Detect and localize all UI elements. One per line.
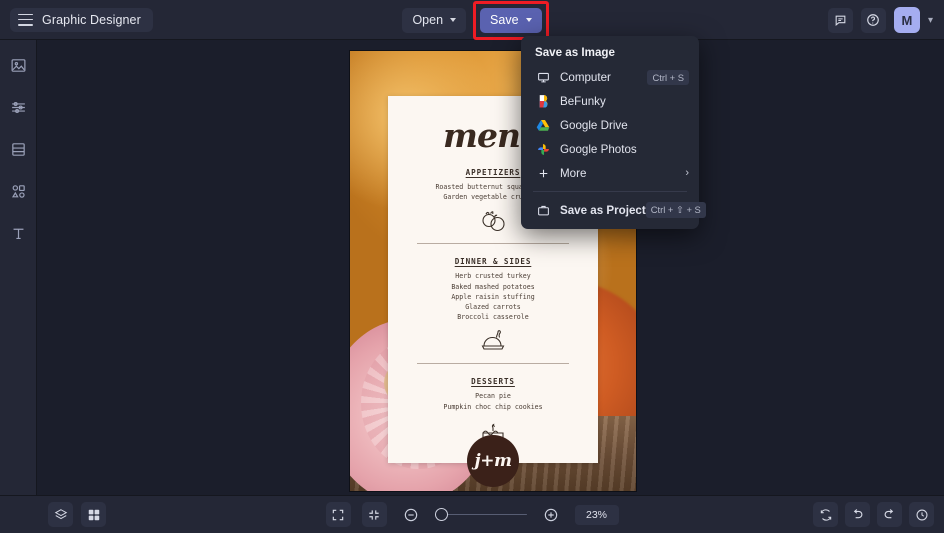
zoom-out-icon[interactable] <box>398 502 424 528</box>
hamburger-menu-icon <box>18 13 33 26</box>
zoom-slider-handle[interactable] <box>434 508 448 521</box>
save-dropdown-menu: Save as Image Computer Ctrl + S BeFunky <box>521 36 706 229</box>
sidebar-item-image[interactable] <box>5 52 31 78</box>
save-menu-item-save-as-project[interactable]: Save as Project Ctrl + ⇧ + S <box>521 198 706 222</box>
zoom-level-value[interactable]: 23% <box>574 504 619 525</box>
help-circle-icon[interactable] <box>860 7 886 33</box>
chevron-down-icon <box>450 18 457 22</box>
section-items-desserts: Pecan pie Pumpkin choc chip cookies <box>443 392 543 411</box>
befunky-logo-icon <box>535 94 551 108</box>
sidebar-item-templates[interactable] <box>5 136 31 162</box>
grid-icon[interactable] <box>81 502 106 527</box>
google-photos-icon <box>535 143 551 156</box>
bottom-left-actions <box>48 502 106 527</box>
save-menu-item-befunky[interactable]: BeFunky <box>521 89 699 113</box>
avatar[interactable]: M <box>893 7 920 33</box>
reset-icon[interactable] <box>813 502 838 527</box>
save-menu-label-google-photos: Google Photos <box>560 142 637 156</box>
bottom-right-actions <box>813 502 934 527</box>
graphic-designer-app: Graphic Designer Open Save M ▾ menu APPE… <box>0 0 944 533</box>
section-items-dinner: Herb crusted turkey Baked mashed potatoe… <box>451 272 535 322</box>
canvas-area[interactable]: menu APPETIZERS Roasted butternut squash… <box>37 40 944 495</box>
sidebar-item-text[interactable] <box>5 220 31 246</box>
fit-screen-icon[interactable] <box>325 502 351 527</box>
zoom-controls: 23% <box>0 502 944 528</box>
bottom-toolbar: 23% <box>0 495 944 533</box>
shortcut-save-as-project: Ctrl + ⇧ + S <box>645 202 706 218</box>
shortcut-computer: Ctrl + S <box>647 69 689 85</box>
save-menu-item-google-drive[interactable]: Google Drive <box>521 113 699 137</box>
brand-logo-badge: j+m <box>467 435 519 487</box>
briefcase-icon <box>535 204 551 217</box>
divider <box>417 243 569 245</box>
history-icon[interactable] <box>909 502 934 527</box>
save-menu-item-more[interactable]: More › <box>521 161 699 185</box>
redo-icon[interactable] <box>877 502 902 527</box>
open-button-label: Open <box>412 13 444 27</box>
save-button[interactable]: Save <box>480 7 542 33</box>
menu-divider <box>533 191 687 192</box>
roast-turkey-icon <box>481 330 505 350</box>
save-menu-label-more: More <box>560 166 587 180</box>
undo-icon[interactable] <box>845 502 870 527</box>
chevron-right-icon: › <box>685 167 689 179</box>
collapse-screen-icon[interactable] <box>361 502 387 527</box>
squash-vegetables-icon <box>482 211 505 232</box>
layers-icon[interactable] <box>48 502 73 527</box>
chevron-down-icon[interactable]: ▾ <box>928 15 935 26</box>
save-menu-item-google-photos[interactable]: Google Photos <box>521 137 699 161</box>
sidebar-item-edit[interactable] <box>5 94 31 120</box>
save-menu-label-google-drive: Google Drive <box>560 118 628 132</box>
google-drive-icon <box>535 119 551 132</box>
save-menu-label-befunky: BeFunky <box>560 94 606 108</box>
divider <box>417 363 569 365</box>
app-menu-button[interactable]: Graphic Designer <box>10 7 153 32</box>
zoom-slider[interactable] <box>434 508 527 522</box>
save-menu-item-computer[interactable]: Computer Ctrl + S <box>521 65 699 89</box>
chevron-down-icon <box>525 18 532 22</box>
section-heading-desserts: DESSERTS <box>471 377 515 387</box>
save-button-label: Save <box>490 13 519 27</box>
left-sidebar <box>0 40 37 495</box>
app-title: Graphic Designer <box>42 12 141 27</box>
top-right-actions: M ▾ <box>827 0 935 40</box>
comment-icon[interactable] <box>827 7 853 33</box>
zoom-slider-track <box>434 513 527 516</box>
section-heading-dinner: DINNER & SIDES <box>454 257 532 267</box>
top-toolbar: Graphic Designer Open Save M ▾ <box>0 0 944 40</box>
plus-icon <box>535 167 551 180</box>
save-button-highlight: Save <box>473 0 548 40</box>
save-menu-label-save-as-project: Save as Project <box>560 203 646 217</box>
open-button[interactable]: Open <box>402 7 467 33</box>
save-menu-label-computer: Computer <box>560 70 611 84</box>
sidebar-item-graphics[interactable] <box>5 178 31 204</box>
save-menu-title: Save as Image <box>535 46 615 59</box>
zoom-in-icon[interactable] <box>538 502 564 528</box>
monitor-icon <box>535 71 551 84</box>
